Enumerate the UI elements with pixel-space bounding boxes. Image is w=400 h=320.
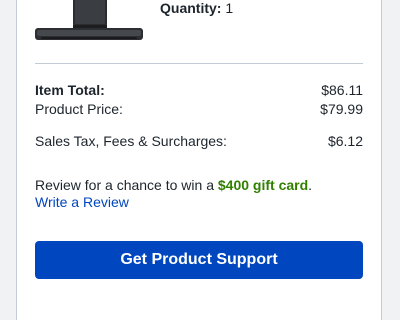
section-divider bbox=[35, 63, 363, 64]
item-total-value: $86.11 bbox=[321, 82, 363, 98]
review-prompt-end: . bbox=[308, 177, 313, 193]
quantity-label: Quantity: bbox=[160, 0, 222, 16]
soundbar-product-image[interactable] bbox=[35, 0, 143, 44]
review-prompt: Review for a chance to win a bbox=[35, 177, 218, 193]
item-total-row: Item Total: $86.11 bbox=[35, 81, 363, 99]
review-promo-text: Review for a chance to win a $400 gift c… bbox=[35, 177, 312, 194]
quantity-value: 1 bbox=[225, 0, 234, 16]
product-price-label: Product Price: bbox=[35, 101, 123, 117]
tax-fees-row: Sales Tax, Fees & Surcharges: $6.12 bbox=[35, 132, 363, 150]
tax-fees-label: Sales Tax, Fees & Surcharges: bbox=[35, 133, 227, 149]
gift-card-amount: $400 gift card bbox=[217, 177, 309, 193]
item-total-label: Item Total: bbox=[35, 82, 105, 98]
quantity-info: Quantity: 1 bbox=[160, 0, 233, 16]
product-price-row: Product Price: $79.99 bbox=[35, 100, 363, 118]
write-review-link[interactable]: Write a Review bbox=[35, 194, 129, 210]
tax-fees-value: $6.12 bbox=[327, 133, 363, 149]
order-item-card: Quantity: 1 Item Total: $86.11 Product P… bbox=[16, 0, 382, 320]
get-product-support-button[interactable]: Get Product Support bbox=[35, 241, 363, 279]
product-price-value: $79.99 bbox=[320, 101, 363, 117]
